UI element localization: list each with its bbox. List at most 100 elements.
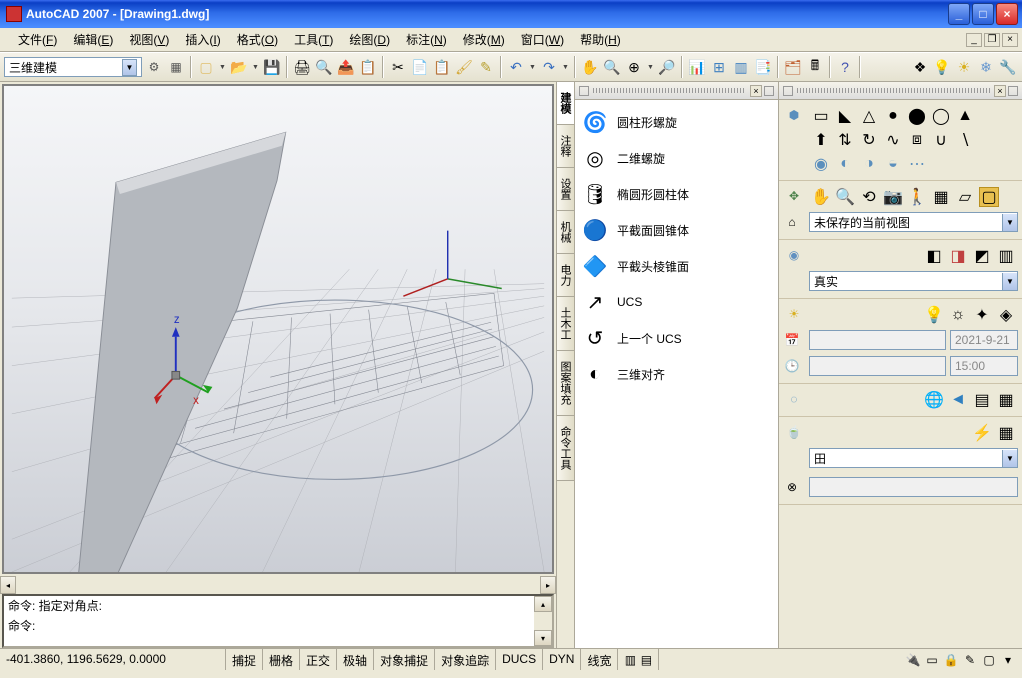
menu-w[interactable]: 窗口(W) — [513, 28, 572, 51]
status-toggle-8[interactable]: 线宽 — [581, 649, 618, 670]
loft-icon[interactable]: ⧈ — [907, 130, 927, 150]
status-toggle-4[interactable]: 对象捕捉 — [374, 649, 435, 670]
status-toggle-1[interactable]: 栅格 — [263, 649, 300, 670]
palette-titlebar[interactable]: × — [575, 82, 778, 100]
status-toggle-6[interactable]: DUCS — [496, 649, 543, 670]
render-main-icon[interactable]: 🍵 — [785, 423, 803, 441]
orbit-icon[interactable]: ⟲ — [859, 187, 879, 207]
date-icon[interactable]: 📅 — [783, 331, 801, 349]
vs-main-icon[interactable]: ◉ — [785, 246, 803, 264]
chevron-down-icon[interactable]: ▼ — [1002, 450, 1017, 467]
target-icon[interactable]: ⊗ — [783, 478, 801, 496]
visual-style-combo[interactable]: 真实 ▼ — [809, 271, 1018, 291]
box-icon[interactable]: ▭ — [811, 106, 831, 126]
palette-tool-3[interactable]: 🔵平截面圆锥体 — [575, 212, 778, 248]
layer-manager-icon[interactable]: ❖ — [910, 57, 930, 77]
scroll-left-icon[interactable]: ◂ — [0, 576, 16, 594]
menu-v[interactable]: 视图(V) — [121, 28, 177, 51]
zoom-prev-icon[interactable]: 🔎 — [657, 57, 677, 77]
date-field[interactable]: 2021-9-21 — [950, 330, 1018, 350]
dashboard-close-icon[interactable]: × — [994, 85, 1006, 97]
command-prompt[interactable]: 命令: — [8, 618, 530, 634]
maximize-button[interactable]: □ — [972, 3, 994, 25]
palette-tab-2[interactable]: 设置 — [557, 168, 574, 211]
hud-icon[interactable]: ▦ — [931, 187, 951, 207]
section-main-icon[interactable]: ⬢ — [785, 106, 803, 124]
annotate-icon[interactable]: ✎ — [962, 652, 978, 668]
viewport-h-scrollbar[interactable]: ◂ ▸ — [0, 576, 556, 594]
vs-ex-icon[interactable]: ◩ — [972, 246, 992, 266]
palette-tab-7[interactable]: 命令工具 — [557, 416, 574, 481]
markup-icon[interactable]: 🗂 — [783, 57, 803, 77]
walk-icon[interactable]: 🚶 — [907, 187, 927, 207]
help-icon[interactable]: ? — [835, 57, 855, 77]
wedge-icon[interactable]: ◣ — [835, 106, 855, 126]
new-icon[interactable]: ▢ — [196, 57, 216, 77]
scroll-right-icon[interactable]: ▸ — [540, 576, 556, 594]
palette-tool-7[interactable]: ◐三维对齐 — [575, 356, 778, 392]
workspace-combo[interactable]: 三维建模 ▼ — [4, 57, 142, 77]
scroll-down-icon[interactable]: ▾ — [534, 630, 552, 646]
menu-t[interactable]: 工具(T) — [286, 28, 341, 51]
menu-n[interactable]: 标注(N) — [398, 28, 455, 51]
vs-mgr-icon[interactable]: ◧ — [924, 246, 944, 266]
blockedit-icon[interactable]: ✎ — [476, 57, 496, 77]
sun-main-icon[interactable]: ☀ — [785, 305, 803, 323]
comm-icon[interactable]: 🔌 — [905, 652, 921, 668]
command-window[interactable]: 命令: 指定对角点: 命令: ▴ ▾ — [2, 594, 554, 648]
subtract-icon[interactable]: ∖ — [955, 130, 975, 150]
nav-main-icon[interactable]: ✥ — [785, 187, 803, 205]
status-toggle-3[interactable]: 极轴 — [337, 649, 374, 670]
menu-o[interactable]: 格式(O) — [229, 28, 286, 51]
grid-icon[interactable] — [166, 57, 186, 77]
tray-icon[interactable]: ▭ — [924, 652, 940, 668]
save-icon[interactable]: 💾 — [262, 57, 282, 77]
more-icon[interactable]: ⋯ — [907, 154, 927, 174]
mat-d-icon[interactable]: ▦ — [996, 390, 1016, 410]
chevron-down-icon[interactable]: ▼ — [1002, 273, 1017, 290]
menu-m[interactable]: 修改(M) — [455, 28, 513, 51]
sphere-icon[interactable]: ● — [883, 106, 903, 126]
match-icon[interactable]: 🖌 — [454, 57, 474, 77]
palette-tool-2[interactable]: 🛢椭圆形圆柱体 — [575, 176, 778, 212]
chevron-down-icon[interactable]: ▼ — [122, 59, 137, 76]
sheet-set-icon[interactable]: 📑 — [753, 57, 773, 77]
dashboard-menu-icon[interactable] — [783, 86, 793, 96]
redo-icon[interactable]: ↷ — [539, 57, 559, 77]
palette-pin-icon[interactable] — [764, 86, 774, 96]
sun-icon[interactable]: ☀ — [954, 57, 974, 77]
menu-d[interactable]: 绘图(D) — [341, 28, 398, 51]
sweep-icon[interactable]: ∿ — [883, 130, 903, 150]
paste-icon[interactable]: 📋 — [432, 57, 452, 77]
mat-b-icon[interactable]: ◄ — [948, 390, 968, 410]
copy-icon[interactable]: 📄 — [410, 57, 430, 77]
zoom-window-icon[interactable]: ⊕ — [624, 57, 644, 77]
status-toggle-0[interactable]: 捕捉 — [226, 649, 263, 670]
camera-icon[interactable]: ▢ — [979, 187, 999, 207]
doc-restore-button[interactable]: ❐ — [984, 33, 1000, 47]
time-icon[interactable]: 🕒 — [783, 357, 801, 375]
status-toggle-2[interactable]: 正交 — [300, 649, 337, 670]
vs-2d-icon[interactable]: ▥ — [996, 246, 1016, 266]
pan-icon[interactable]: ✋ — [580, 57, 600, 77]
mat-main-icon[interactable]: ◌ — [785, 390, 803, 408]
light-c-icon[interactable]: ✦ — [972, 305, 992, 325]
pyramid-icon[interactable]: ▲ — [955, 106, 975, 126]
menu-f[interactable]: 文件(F) — [10, 28, 65, 51]
mat-a-icon[interactable]: 🌐 — [924, 390, 944, 410]
cone-icon[interactable]: △ — [859, 106, 879, 126]
tool-palette-icon[interactable]: ▥ — [731, 57, 751, 77]
plot-icon[interactable]: 📋 — [358, 57, 378, 77]
revolve-icon[interactable]: ↻ — [859, 130, 879, 150]
props-icon[interactable]: 🔧 — [998, 57, 1018, 77]
doc-minimize-button[interactable]: _ — [966, 33, 982, 47]
render-preset-combo[interactable]: 田 ▼ — [809, 448, 1018, 468]
palette-tab-1[interactable]: 注释 — [557, 125, 574, 168]
render-a-icon[interactable]: ⚡ — [972, 423, 992, 443]
menu-h[interactable]: 帮助(H) — [572, 28, 629, 51]
calc-icon[interactable]: 🖩 — [805, 57, 825, 77]
minimize-button[interactable]: _ — [948, 3, 970, 25]
palette-tool-1[interactable]: ◎二维螺旋 — [575, 140, 778, 176]
status-toggle-7[interactable]: DYN — [543, 649, 581, 670]
scroll-up-icon[interactable]: ▴ — [534, 596, 552, 612]
